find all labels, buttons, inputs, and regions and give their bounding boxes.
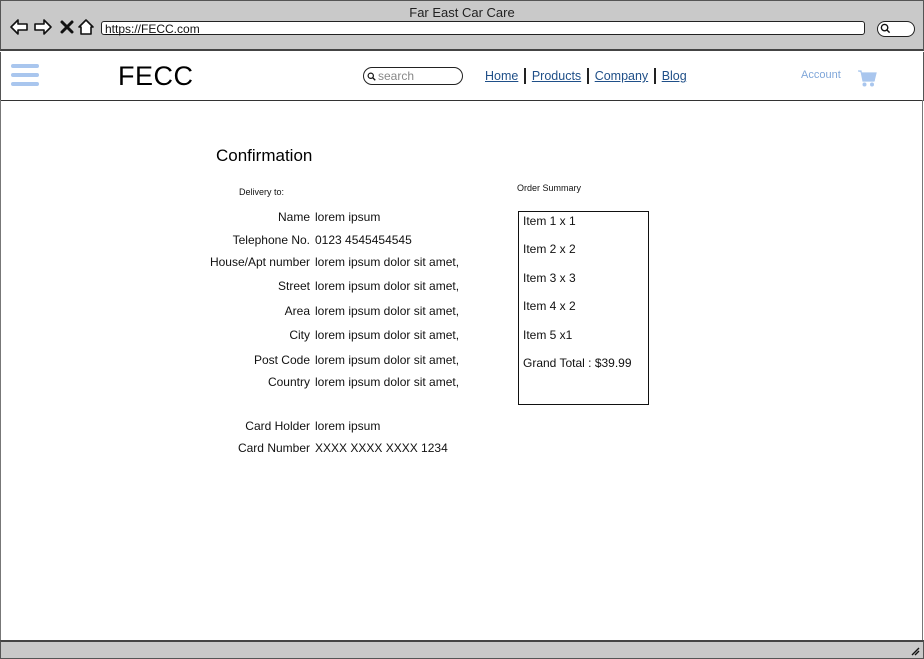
page-title: Confirmation <box>216 146 313 165</box>
browser-search-button[interactable] <box>877 21 915 37</box>
home-icon <box>78 19 94 35</box>
field-label: Street <box>277 279 310 293</box>
order-item: Item 4 x 2 <box>523 299 576 313</box>
field-label: Telephone No. <box>232 233 310 247</box>
order-item: Item 1 x 1 <box>523 214 576 228</box>
order-summary-heading: Order Summary <box>517 183 582 193</box>
resize-grip-icon[interactable] <box>910 646 920 656</box>
nav-link-company[interactable]: Company <box>595 69 649 83</box>
back-arrow-icon <box>10 19 28 35</box>
hamburger-bar <box>11 73 39 77</box>
field-value: lorem ipsum dolor sit amet, <box>315 304 460 318</box>
site-search[interactable] <box>363 67 463 85</box>
search-icon <box>880 23 891 34</box>
search-icon <box>367 72 376 81</box>
field-label: Name <box>277 210 310 224</box>
field-label: Post Code <box>253 353 310 367</box>
order-item: Item 5 x1 <box>523 328 573 342</box>
order-summary-box: Item 1 x 1 Item 2 x 2 Item 3 x 3 Item 4 … <box>518 211 649 405</box>
delivery-heading: Delivery to: <box>239 187 285 197</box>
menu-button[interactable] <box>11 64 41 90</box>
home-button[interactable] <box>76 17 96 37</box>
main-nav: Home Products Company Blog <box>485 68 687 84</box>
account-link[interactable]: Account <box>801 69 841 81</box>
nav-divider <box>524 68 526 84</box>
window-frame <box>922 100 923 640</box>
field-label: House/Apt number <box>209 255 310 269</box>
field-value: lorem ipsum <box>315 210 381 224</box>
field-label: City <box>289 328 310 342</box>
cart-button[interactable] <box>857 68 877 88</box>
field-value: lorem ipsum dolor sit amet, <box>315 353 460 367</box>
nav-link-home[interactable]: Home <box>485 69 518 83</box>
close-icon <box>60 20 74 34</box>
nav-divider <box>587 68 589 84</box>
order-item: Item 3 x 3 <box>523 271 576 285</box>
shopping-cart-icon <box>858 70 877 87</box>
search-input[interactable] <box>378 68 458 83</box>
field-label: Card Number <box>237 441 310 455</box>
field-value: lorem ipsum dolor sit amet, <box>315 255 460 269</box>
field-value: XXXX XXXX XXXX 1234 <box>315 441 448 455</box>
hamburger-bar <box>11 64 39 68</box>
order-item: Item 2 x 2 <box>523 242 576 256</box>
field-value: lorem ipsum dolor sit amet, <box>315 375 460 389</box>
nav-link-products[interactable]: Products <box>532 69 581 83</box>
field-label: Area <box>284 304 310 318</box>
forward-arrow-icon <box>34 19 52 35</box>
field-value: lorem ipsum dolor sit amet, <box>315 279 460 293</box>
hamburger-bar <box>11 82 39 86</box>
nav-link-blog[interactable]: Blog <box>662 69 687 83</box>
window-title: Far East Car Care <box>409 5 515 20</box>
browser-toolbar: Far East Car Care https://FECC.com <box>0 0 924 51</box>
site-header: FECC Home Products Company Blog Account <box>0 52 924 101</box>
window-frame <box>0 100 1 640</box>
field-label: Card Holder <box>245 419 310 433</box>
back-button[interactable] <box>9 17 29 37</box>
field-value: lorem ipsum <box>315 419 381 433</box>
browser-status-bar <box>0 640 924 659</box>
site-logo[interactable]: FECC <box>118 61 194 92</box>
field-value: 0123 4545454545 <box>315 233 412 247</box>
field-value: lorem ipsum dolor sit amet, <box>315 328 460 342</box>
stop-button[interactable] <box>57 17 77 37</box>
address-bar[interactable]: https://FECC.com <box>101 21 865 36</box>
nav-divider <box>654 68 656 84</box>
forward-button[interactable] <box>33 17 53 37</box>
field-label: Country <box>267 375 310 389</box>
grand-total: Grand Total : $39.99 <box>523 356 632 370</box>
